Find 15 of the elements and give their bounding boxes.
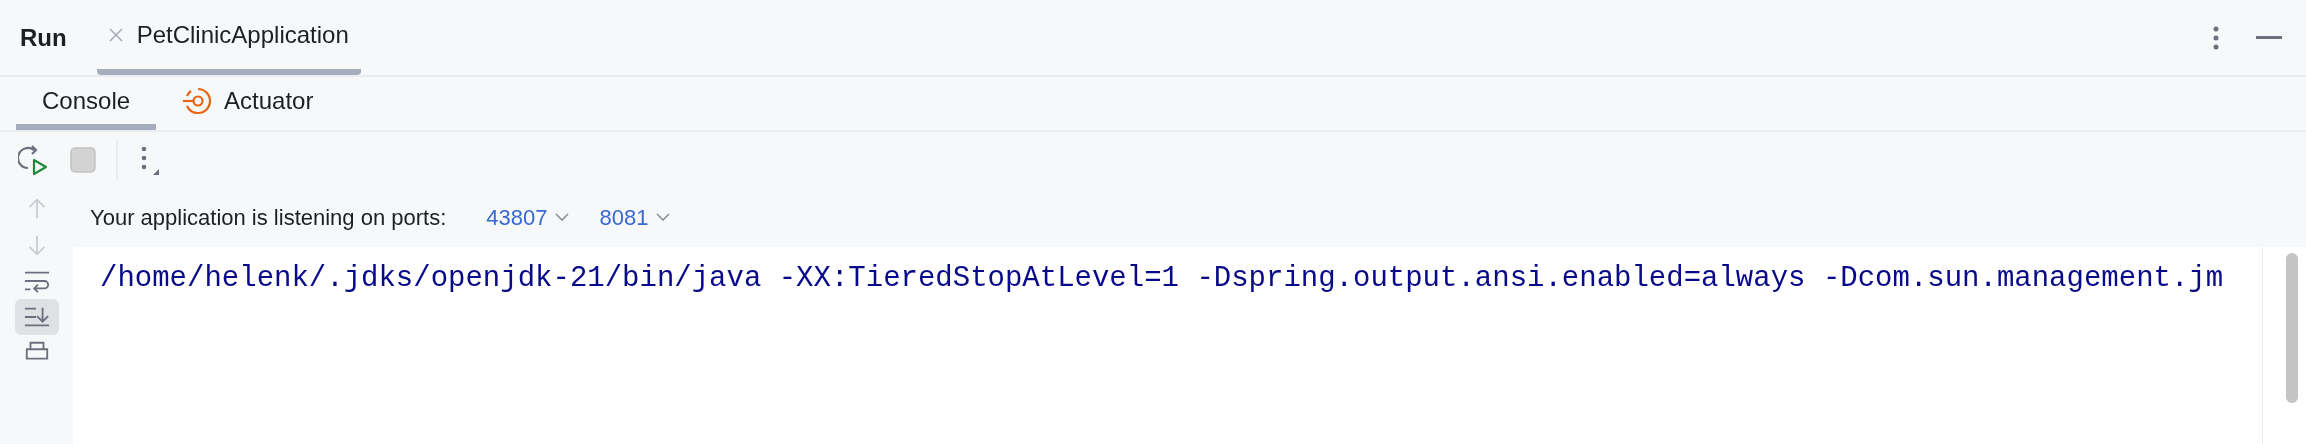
port-dropdown[interactable]: 8081 [599, 200, 671, 234]
target-icon [182, 85, 213, 116]
rerun-icon[interactable] [18, 143, 50, 176]
tool-tab[interactable]: Actuator [156, 77, 340, 130]
chevron-down-icon [555, 213, 570, 221]
port-dropdown[interactable]: 43807 [486, 200, 570, 234]
chevron-down-icon [656, 213, 671, 221]
minimize-icon[interactable] [2256, 35, 2282, 40]
console-line: /home/helenk/.jdks/openjdk-21/bin/java -XX:TieredStopAtLevel=1 -Dspring.output.ansi.enabled=always -Dcom.sun.management.jm [100, 261, 2224, 297]
tool-tab[interactable]: Console [16, 77, 157, 130]
run-tab[interactable]: PetClinicApplication [96, 0, 361, 75]
ports-label: Your application is listening on ports: [90, 203, 447, 232]
scroll-to-end-button[interactable] [14, 299, 59, 335]
more-options-icon[interactable] [2212, 25, 2220, 50]
panel-title: Run [20, 22, 67, 53]
